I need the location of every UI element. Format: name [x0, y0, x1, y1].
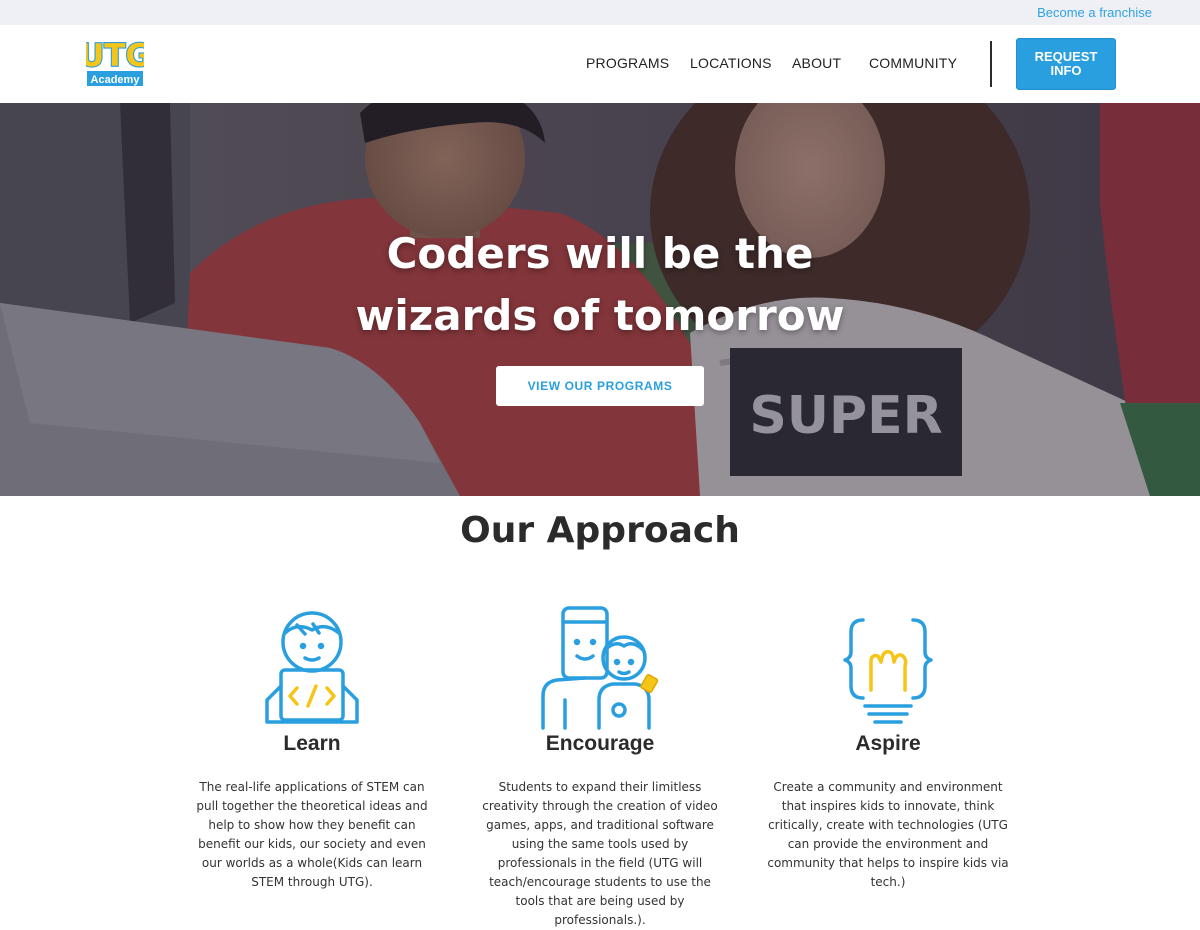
top-bar: Become a franchise [0, 0, 1200, 25]
request-info-button[interactable]: REQUEST INFO [1016, 38, 1116, 90]
aspire-description: Create a community and environment that … [767, 780, 1009, 889]
learn-heading: Learn [283, 732, 341, 755]
logo-main-text: UTG [86, 38, 144, 74]
encourage-description: Students to expand their limitless creat… [482, 780, 718, 927]
nav-locations[interactable]: LOCATIONS [690, 55, 772, 71]
become-franchise-link[interactable]: Become a franchise [1037, 5, 1152, 20]
nav-community[interactable]: COMMUNITY [869, 55, 957, 71]
logo-sub-text: Academy [91, 74, 141, 86]
hero-title-line-1: Coders will be the [386, 229, 814, 278]
nav-divider [990, 41, 992, 87]
encourage-heading: Encourage [545, 732, 655, 755]
hero-banner: SUPER Coders will be the wizards of tomo… [0, 103, 1200, 496]
aspire-heading: Aspire [855, 732, 921, 755]
learner-laptop-icon [265, 611, 359, 724]
approach-column-encourage: Encourage Students to expand their limit… [475, 600, 725, 930]
learn-description: The real-life applications of STEM can p… [196, 780, 428, 889]
view-programs-button[interactable]: VIEW OUR PROGRAMS [496, 366, 704, 406]
lightbulb-braces-icon [843, 618, 933, 724]
main-navbar: UTG Academy PROGRAMS LOCATIONS ABOUT COM… [0, 25, 1200, 103]
mentor-student-icon [541, 606, 659, 730]
approach-column-learn: Learn The real-life applications of STEM… [187, 600, 437, 892]
approach-column-aspire: Aspire Create a community and environmen… [763, 600, 1013, 892]
hero-title-line-2: wizards of tomorrow [355, 291, 845, 340]
nav-about[interactable]: ABOUT [792, 55, 841, 71]
utg-academy-logo[interactable]: UTG Academy [78, 35, 152, 88]
nav-programs[interactable]: PROGRAMS [586, 55, 669, 71]
hero-title: Coders will be the wizards of tomorrow [0, 223, 1200, 347]
approach-title: Our Approach [460, 510, 740, 551]
